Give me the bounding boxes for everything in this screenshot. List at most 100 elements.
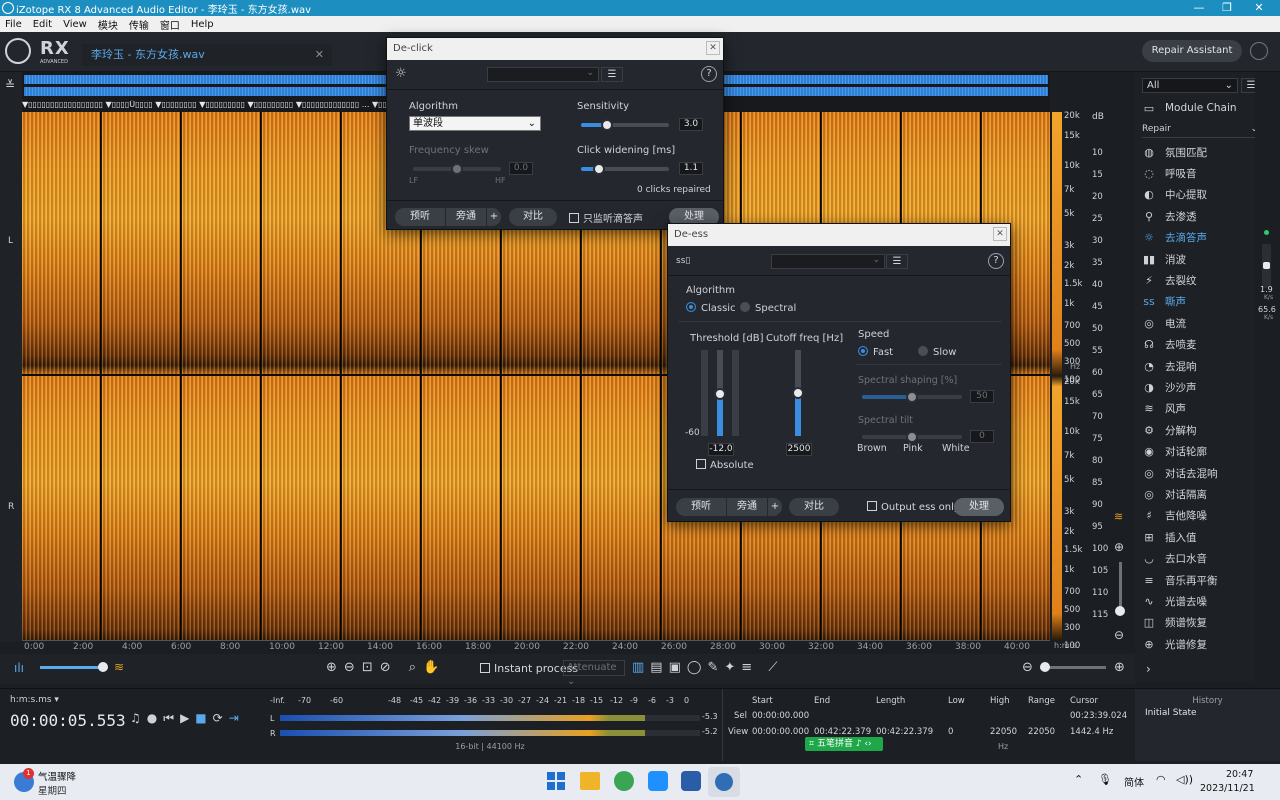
deess-preset-menu-icon[interactable]: ☰ bbox=[886, 254, 908, 269]
view-range[interactable]: 22050 bbox=[1028, 727, 1055, 737]
module-item[interactable]: ss 嘶声 bbox=[1141, 292, 1186, 312]
magic-wand-icon[interactable]: ✦ bbox=[724, 660, 741, 675]
view-length[interactable]: 00:42:22.379 bbox=[876, 727, 933, 737]
file-tab[interactable]: 李玲玉 - 东方女孩.wav ✕ bbox=[82, 44, 332, 66]
module-item[interactable]: ⚙ 分解构 bbox=[1141, 420, 1196, 440]
declick-preset-dropdown[interactable]: ⌄ bbox=[487, 67, 599, 82]
ime-lang[interactable]: 简体 bbox=[1124, 774, 1144, 789]
click-widening-value[interactable]: 1.1 bbox=[679, 162, 703, 175]
spectro-settings-icon[interactable]: ≋ bbox=[1114, 510, 1123, 523]
minimize-icon[interactable]: — bbox=[1184, 0, 1214, 16]
zoom-out-icon[interactable]: ⊖ bbox=[344, 660, 362, 675]
deess-close-icon[interactable]: ✕ bbox=[993, 227, 1007, 241]
app-m-icon[interactable] bbox=[681, 771, 701, 791]
absolute-checkbox[interactable]: Absolute bbox=[696, 459, 754, 471]
module-item[interactable]: ◡ 去口水音 bbox=[1141, 549, 1207, 569]
record-icon[interactable]: ● bbox=[147, 711, 163, 725]
view-start[interactable]: 00:00:00.000 bbox=[752, 727, 809, 737]
repair-assistant-button[interactable]: Repair Assistant bbox=[1142, 40, 1242, 62]
module-item[interactable]: ◍ 氛围匹配 bbox=[1141, 142, 1207, 162]
prev-icon[interactable]: ⏮ bbox=[163, 711, 180, 725]
browser-icon[interactable] bbox=[614, 771, 634, 791]
output-ess-checkbox[interactable]: Output ess only bbox=[867, 501, 960, 513]
module-item[interactable]: ∿ 光谱去噪 bbox=[1141, 591, 1207, 611]
spectral-radio[interactable]: Spectral bbox=[740, 302, 796, 314]
brush-icon[interactable]: ✎ bbox=[707, 660, 724, 675]
zoom-out-h-icon[interactable]: ⊖ bbox=[1022, 660, 1033, 675]
cutoff-value[interactable]: 2500 bbox=[786, 443, 812, 456]
slow-radio[interactable]: Slow bbox=[918, 346, 956, 358]
deess-add-button[interactable]: + bbox=[768, 498, 782, 516]
module-item[interactable]: ≡ 音乐再平衡 bbox=[1141, 570, 1217, 590]
module-item[interactable]: ◎ 电流 bbox=[1141, 313, 1186, 333]
module-item[interactable]: ◐ 中心提取 bbox=[1141, 185, 1207, 205]
close-icon[interactable]: ✕ bbox=[1244, 0, 1274, 16]
vertical-zoom-knob[interactable] bbox=[1115, 606, 1125, 616]
module-item[interactable]: ⊞ 插入值 bbox=[1141, 527, 1196, 547]
view-end[interactable]: 00:42:22.379 bbox=[814, 727, 871, 737]
deess-preview-button[interactable]: 预听 bbox=[676, 498, 726, 516]
menu-edit[interactable]: Edit bbox=[33, 19, 52, 30]
ime-indicator[interactable]: ⌗ 五笔拼音 ♪ ‹› bbox=[805, 737, 883, 751]
deess-preset-dropdown[interactable]: ⌄ bbox=[771, 254, 885, 269]
menu-view[interactable]: View bbox=[63, 19, 87, 30]
magnify-icon[interactable]: ⌕ bbox=[409, 660, 423, 675]
module-item[interactable]: ⊕ 光谱修复 bbox=[1141, 634, 1207, 654]
module-item[interactable]: ◎ 对话隔离 bbox=[1141, 484, 1207, 504]
harmonic-icon[interactable]: ≡ bbox=[741, 660, 758, 675]
sensitivity-slider[interactable] bbox=[581, 119, 669, 131]
horizontal-zoom-knob[interactable] bbox=[1040, 662, 1050, 672]
view-low[interactable]: 0 bbox=[948, 727, 953, 737]
view-high[interactable]: 22050 bbox=[990, 727, 1017, 737]
module-item[interactable]: ☼ 去滴答声 bbox=[1141, 228, 1207, 248]
module-item[interactable]: ≋ 风声 bbox=[1141, 399, 1186, 419]
threshold-value[interactable]: -12.0 bbox=[708, 443, 734, 456]
declick-help-icon[interactable]: ? bbox=[701, 66, 717, 82]
time-format-dropdown[interactable]: h:m:s.ms ▾ bbox=[10, 695, 59, 705]
close-tab-icon[interactable]: ✕ bbox=[315, 44, 324, 66]
volume-icon[interactable]: ◁)) bbox=[1176, 773, 1193, 786]
click-widening-slider[interactable] bbox=[581, 163, 669, 175]
module-item[interactable]: ☊ 去喷麦 bbox=[1141, 335, 1196, 355]
sidebar-expand-icon[interactable]: › bbox=[1146, 662, 1151, 676]
menu-file[interactable]: File bbox=[5, 19, 22, 30]
rect-select-icon[interactable]: ▣ bbox=[669, 660, 687, 675]
loop-icon[interactable]: ⟳ bbox=[213, 711, 229, 725]
module-item[interactable]: ◌ 呼吸音 bbox=[1141, 163, 1196, 183]
threshold-slider[interactable] bbox=[714, 350, 726, 436]
menu-modules[interactable]: 模块 bbox=[98, 17, 118, 32]
deess-process-button[interactable]: 处理 bbox=[954, 498, 1004, 516]
fast-radio[interactable]: Fast bbox=[858, 346, 893, 358]
module-item[interactable]: ▮▮ 消波 bbox=[1141, 249, 1186, 269]
hand-icon[interactable]: ✋ bbox=[423, 660, 446, 675]
tray-chevron-icon[interactable]: ⌃ bbox=[1074, 773, 1083, 786]
declick-algorithm-select[interactable]: 单波段 ⌄ bbox=[409, 116, 541, 131]
module-item[interactable]: ◑ 沙沙声 bbox=[1141, 377, 1196, 397]
sel-start[interactable]: 00:00:00.000 bbox=[752, 711, 809, 721]
cutoff-slider[interactable] bbox=[792, 350, 804, 436]
module-chain[interactable]: ▭ Module Chain bbox=[1141, 98, 1237, 118]
module-item[interactable]: ◫ 频谱恢复 bbox=[1141, 613, 1207, 633]
declick-add-button[interactable]: + bbox=[487, 208, 501, 226]
deess-header[interactable]: De-ess ✕ bbox=[668, 224, 1010, 246]
wifi-icon[interactable]: ◠ bbox=[1156, 773, 1166, 786]
module-item[interactable]: ◔ 去混响 bbox=[1141, 356, 1196, 376]
freq-select-icon[interactable]: ▤ bbox=[650, 660, 668, 675]
menu-window[interactable]: 窗口 bbox=[160, 17, 180, 32]
listen-clicks-checkbox[interactable]: 只监听滴答声 bbox=[569, 210, 643, 225]
declick-header[interactable]: De-click ✕ bbox=[387, 38, 723, 60]
maximize-icon[interactable]: ❐ bbox=[1212, 0, 1242, 16]
headphones-icon[interactable]: ♫ bbox=[130, 711, 147, 725]
zoom-tools[interactable]: ⊕⊖⊡⊘ ⌕✋ bbox=[326, 660, 446, 675]
selection-tools[interactable]: ▥▤▣◯✎✦≡ ⟋ bbox=[632, 660, 783, 675]
declick-compare-button[interactable]: 对比 bbox=[509, 208, 557, 226]
time-select-icon[interactable]: ▥ bbox=[632, 660, 650, 675]
lasso-icon[interactable]: ◯ bbox=[687, 660, 708, 675]
sensitivity-value[interactable]: 3.0 bbox=[679, 118, 703, 131]
feishu-icon[interactable] bbox=[648, 771, 668, 791]
mic-icon[interactable]: 🎙 bbox=[1098, 773, 1112, 786]
spectrogram-icon[interactable]: ≋ bbox=[114, 660, 124, 674]
declick-bypass-button[interactable]: 旁通 bbox=[446, 208, 486, 226]
follow-icon[interactable]: ⇥ bbox=[229, 711, 245, 725]
attenuate-dropdown[interactable]: Attenuate ⌄ bbox=[563, 660, 625, 687]
